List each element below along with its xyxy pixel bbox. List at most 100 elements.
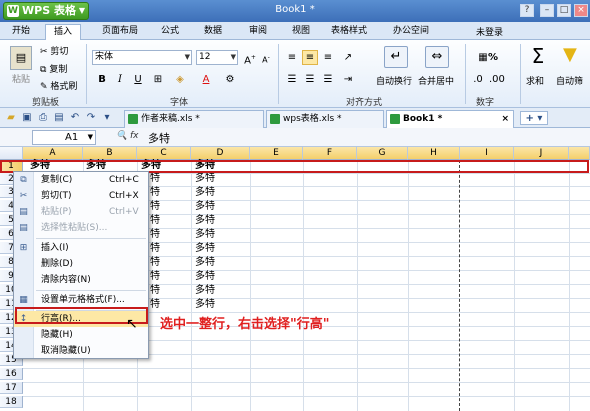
font-settings-icon[interactable]: ⚙ bbox=[222, 72, 238, 87]
align-right-icon[interactable]: ☰ bbox=[320, 72, 336, 87]
cell-c[interactable]: 特 bbox=[150, 285, 160, 297]
column-header[interactable] bbox=[569, 147, 590, 160]
select-all-corner[interactable] bbox=[0, 147, 23, 160]
border-icon[interactable]: ⊞ bbox=[150, 72, 166, 87]
name-box[interactable]: A1 ▼ bbox=[32, 130, 96, 145]
tab-formulas[interactable]: 公式 bbox=[155, 24, 185, 40]
column-header[interactable]: A bbox=[23, 147, 83, 160]
align-top-icon[interactable]: ≡ bbox=[284, 50, 300, 65]
cell-d[interactable]: 多特 bbox=[195, 173, 215, 185]
grow-font-icon[interactable]: A+ bbox=[242, 50, 258, 66]
menu-item-copy[interactable]: ⧉ 复制(C) Ctrl+C bbox=[14, 172, 148, 188]
column-header[interactable]: F bbox=[303, 147, 357, 160]
tab-page-layout[interactable]: 页面布局 bbox=[97, 24, 143, 40]
column-header[interactable]: D bbox=[191, 147, 250, 160]
underline-icon[interactable]: U bbox=[130, 72, 146, 87]
chevron-down-icon[interactable]: ▾ bbox=[100, 111, 114, 125]
cell-c[interactable]: 特 bbox=[150, 215, 160, 227]
menu-item-cut[interactable]: ✂ 剪切(T) Ctrl+X bbox=[14, 188, 148, 204]
menu-item-insert[interactable]: ⊞ 插入(I) bbox=[14, 240, 148, 256]
filter-icon[interactable]: ▼ bbox=[563, 44, 577, 65]
indent-icon[interactable]: ⇥ bbox=[340, 72, 356, 87]
font-color-icon[interactable]: A bbox=[198, 72, 214, 87]
column-header[interactable]: B bbox=[83, 147, 137, 160]
copy-button[interactable]: ⧉ 复制 bbox=[40, 62, 67, 75]
function-icon[interactable]: fx bbox=[130, 131, 139, 141]
tab-view[interactable]: 视图 bbox=[286, 24, 316, 40]
print-icon[interactable]: ⎙ bbox=[36, 111, 50, 125]
cell-c[interactable]: 特 bbox=[150, 229, 160, 241]
cell-c[interactable]: 特 bbox=[150, 299, 160, 311]
bold-icon[interactable]: B bbox=[94, 72, 110, 87]
minimize-button[interactable]: – bbox=[540, 4, 554, 17]
column-header[interactable]: C bbox=[137, 147, 191, 160]
redo-icon[interactable]: ↷ bbox=[84, 111, 98, 125]
merge-center-label[interactable]: 合并居中 bbox=[418, 74, 454, 87]
formula-input[interactable]: 多特 bbox=[148, 130, 170, 146]
cell-d[interactable]: 多特 bbox=[195, 243, 215, 255]
sum-label[interactable]: 求和 bbox=[526, 74, 544, 87]
align-center-icon[interactable]: ☰ bbox=[302, 72, 318, 87]
close-button[interactable]: × bbox=[574, 4, 588, 17]
doc-tab[interactable]: 作者来稿.xls * bbox=[124, 110, 264, 128]
cell-d[interactable]: 多特 bbox=[195, 271, 215, 283]
format-painter-button[interactable]: ✎ 格式刷 bbox=[40, 79, 77, 92]
filter-label[interactable]: 自动筛 bbox=[556, 74, 583, 87]
save-icon[interactable]: ▣ bbox=[20, 111, 34, 125]
cell-d[interactable]: 多特 bbox=[195, 257, 215, 269]
tab-data[interactable]: 数据 bbox=[198, 24, 228, 40]
column-header[interactable]: J bbox=[514, 147, 569, 160]
column-header[interactable]: I bbox=[460, 147, 514, 160]
undo-icon[interactable]: ↶ bbox=[68, 111, 82, 125]
wrap-text-icon[interactable]: ↵ bbox=[384, 46, 408, 68]
column-header[interactable]: H bbox=[408, 147, 460, 160]
cell-d[interactable]: 多特 bbox=[195, 215, 215, 227]
cell-c[interactable]: 特 bbox=[150, 173, 160, 185]
sum-icon[interactable]: Σ bbox=[526, 44, 550, 68]
row-header[interactable]: 16 bbox=[0, 368, 23, 380]
tab-office-space[interactable]: 办公空间 bbox=[388, 24, 434, 40]
maximize-button[interactable]: □ bbox=[557, 4, 571, 17]
doc-tab[interactable]: wps表格.xls * bbox=[266, 110, 384, 128]
zoom-icon[interactable]: 🔍 bbox=[116, 131, 127, 141]
align-left-icon[interactable]: ☰ bbox=[284, 72, 300, 87]
cell-c[interactable]: 特 bbox=[150, 201, 160, 213]
align-middle-icon[interactable]: ≡ bbox=[302, 50, 318, 65]
cell-c[interactable]: 特 bbox=[150, 243, 160, 255]
column-header[interactable]: E bbox=[250, 147, 303, 160]
font-size-select[interactable]: 12 ▼ bbox=[196, 50, 238, 65]
tab-table-style[interactable]: 表格样式 bbox=[326, 24, 372, 40]
decrease-decimal-icon[interactable]: .00 bbox=[488, 72, 505, 87]
merge-center-icon[interactable]: ⇔ bbox=[425, 46, 449, 68]
tab-home[interactable]: 开始 bbox=[6, 24, 36, 40]
doc-tab-active[interactable]: Book1 * × bbox=[386, 110, 514, 128]
italic-icon[interactable]: I bbox=[112, 72, 128, 87]
menu-item-format-cells[interactable]: ▦ 设置单元格格式(F)... bbox=[14, 292, 148, 308]
cell-d[interactable]: 多特 bbox=[195, 201, 215, 213]
shrink-font-icon[interactable]: A- bbox=[258, 50, 274, 65]
font-name-select[interactable]: 宋体 ▼ bbox=[92, 50, 192, 65]
cell-d[interactable]: 多特 bbox=[195, 187, 215, 199]
cell-c[interactable]: 特 bbox=[150, 187, 160, 199]
close-icon[interactable]: × bbox=[501, 111, 509, 127]
row-header[interactable]: 18 bbox=[0, 396, 23, 408]
cell-d[interactable]: 多特 bbox=[195, 299, 215, 311]
new-tab-button[interactable]: + ▾ bbox=[520, 111, 548, 125]
cut-button[interactable]: ✂ 剪切 bbox=[40, 44, 68, 57]
cell-d[interactable]: 多特 bbox=[195, 285, 215, 297]
help-icon[interactable]: ? bbox=[520, 4, 534, 17]
cell-c[interactable]: 特 bbox=[150, 271, 160, 283]
wrap-text-label[interactable]: 自动换行 bbox=[376, 74, 412, 87]
row-header[interactable]: 17 bbox=[0, 382, 23, 394]
column-header[interactable]: G bbox=[357, 147, 408, 160]
paste-button[interactable]: ▤ 粘贴 bbox=[8, 44, 34, 88]
print-preview-icon[interactable]: ▤ bbox=[52, 111, 66, 125]
tab-review[interactable]: 审阅 bbox=[243, 24, 273, 40]
fill-color-icon[interactable]: ◈ bbox=[172, 72, 188, 87]
cell-c[interactable]: 特 bbox=[150, 257, 160, 269]
increase-decimal-icon[interactable]: .0 bbox=[470, 72, 486, 87]
login-status[interactable]: 未登录 bbox=[476, 25, 503, 38]
menu-item-unhide[interactable]: 取消隐藏(U) bbox=[14, 343, 148, 359]
tab-insert[interactable]: 插入 bbox=[45, 24, 81, 40]
open-folder-icon[interactable]: ▰ bbox=[4, 111, 18, 125]
